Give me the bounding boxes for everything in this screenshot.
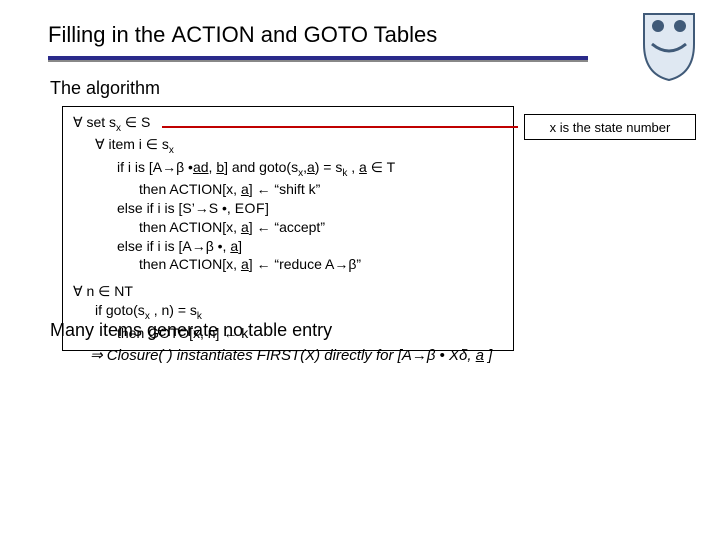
title-underline [48,56,588,62]
t: ∈ S [121,114,150,130]
algo-line-then-accept: then ACTION[x, a] ← “accept” [139,218,503,237]
t: else if i is [S’→S •, [117,200,235,216]
t: EOF [235,200,265,216]
algo-line-elseif-accept: else if i is [S’→S •, EOF] [117,199,503,218]
t: ad [193,159,209,175]
t: a [359,159,367,175]
algo-line-if-shift: if i is [A→β •ad, b] and goto(sx,a) = sk… [117,158,503,180]
callout-connector-line [162,126,518,128]
t: else if i is [A→β •, [117,238,230,254]
footer2-pre: Closure( ) instantiates FIRST(X) directl… [103,347,476,364]
algo-line-forall-nt: ∀ n ∈ NT [73,282,503,301]
algo-line-forall-item: ∀ item i ∈ sx [95,135,503,157]
algo-line-elseif-reduce: else if i is [A→β •, a] [117,237,503,256]
title-text-pre: Filling in the [48,22,172,47]
title-text-mid: and [255,22,304,47]
t: , [347,159,359,175]
t: ] ← “reduce A→β” [249,256,361,272]
t: a [241,181,249,197]
t: b [216,159,224,175]
t: ∈ T [367,159,395,175]
subheading: The algorithm [50,78,160,99]
implies-icon: ⇒ [90,347,103,364]
title-word-action: ACTION [172,22,255,47]
algo-line-then-reduce: then ACTION[x, a] ← “reduce A→β” [139,255,503,274]
callout-box: x is the state number [524,114,696,140]
t: a [230,238,238,254]
t: ] [238,238,242,254]
t: ] and goto(s [224,159,298,175]
crest-icon [640,10,698,82]
footer-line-2: ⇒ Closure( ) instantiates FIRST(X) direc… [90,346,492,364]
t: then ACTION[x, [139,219,241,235]
t: a [307,159,315,175]
t: ) = s [315,159,343,175]
t: ∀ n ∈ NT [73,283,133,299]
t: a [241,219,249,235]
spacer [73,274,503,282]
callout-text: x is the state number [550,120,671,135]
t: if i is [A→β • [117,159,193,175]
t: ] ← “shift k” [249,181,321,197]
t: then ACTION[x, [139,181,241,197]
t: ∀ set s [73,114,116,130]
page-title: Filling in the ACTION and GOTO Tables [48,22,437,48]
t: a [241,256,249,272]
t: , n) = s [150,302,197,318]
algo-line-forall-set: ∀ set sx ∈ S [73,113,503,135]
title-word-goto: GOTO [304,22,368,47]
t: x [169,145,174,156]
footer2-post: ] [484,347,492,364]
algo-line-then-shift: then ACTION[x, a] ← “shift k” [139,180,503,199]
t: then ACTION[x, [139,256,241,272]
t: ] ← “accept” [249,219,325,235]
footer2-ul: a [476,347,484,364]
t: ] [265,200,269,216]
title-text-post: Tables [368,22,437,47]
slide: Filling in the ACTION and GOTO Tables Th… [0,0,720,540]
t: ∀ item i ∈ s [95,136,169,152]
t: if goto(s [95,302,145,318]
footer-line-1: Many items generate no table entry [50,320,332,341]
algorithm-box: ∀ set sx ∈ S ∀ item i ∈ sx if i is [A→β … [62,106,514,351]
